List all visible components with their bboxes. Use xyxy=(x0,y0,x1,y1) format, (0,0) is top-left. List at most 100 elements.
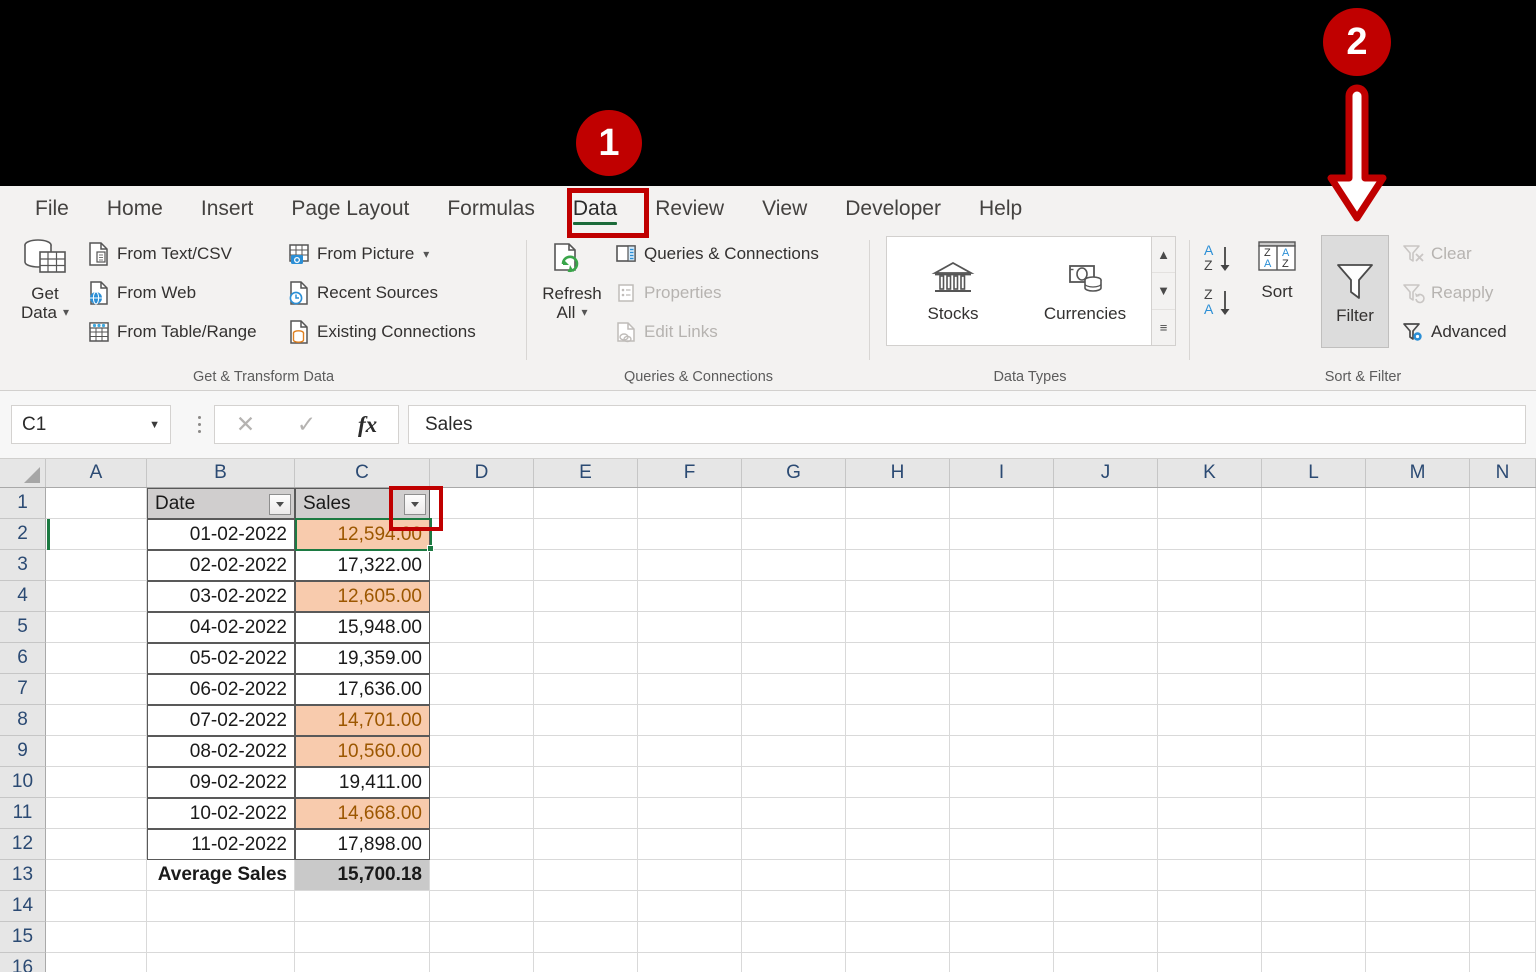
grid-cell[interactable] xyxy=(638,953,742,972)
grid-cell[interactable] xyxy=(1262,860,1366,891)
column-header-i[interactable]: I xyxy=(950,459,1054,487)
filter-dropdown-date[interactable] xyxy=(269,494,291,515)
row-header-14[interactable]: 14 xyxy=(0,891,46,922)
grid-cell[interactable] xyxy=(46,860,147,891)
grid-cell[interactable] xyxy=(638,612,742,643)
grid-cell[interactable] xyxy=(534,674,638,705)
insert-function-icon[interactable]: fx xyxy=(358,412,377,438)
cell-sales[interactable]: 10,560.00 xyxy=(295,736,430,767)
cell-sales[interactable]: 17,636.00 xyxy=(295,674,430,705)
formula-bar-grip[interactable] xyxy=(190,405,208,444)
row-header-13[interactable]: 13 xyxy=(0,860,46,891)
grid-cell[interactable] xyxy=(1054,860,1158,891)
grid-cell[interactable] xyxy=(638,736,742,767)
grid-cell[interactable] xyxy=(950,798,1054,829)
refresh-all-button[interactable]: Refresh All ▾ xyxy=(535,238,609,322)
row-header-9[interactable]: 9 xyxy=(0,736,46,767)
grid-cell[interactable] xyxy=(46,767,147,798)
grid-cell[interactable] xyxy=(534,643,638,674)
grid-cell[interactable] xyxy=(534,922,638,953)
cell-date[interactable]: 09-02-2022 xyxy=(147,767,295,798)
column-header-b[interactable]: B xyxy=(147,459,295,487)
grid-cell[interactable] xyxy=(46,736,147,767)
grid-cell[interactable] xyxy=(742,550,846,581)
grid-cell[interactable] xyxy=(1470,612,1536,643)
get-data-button[interactable]: Get Data ▾ xyxy=(8,238,82,322)
row-header-3[interactable]: 3 xyxy=(0,550,46,581)
cell-sales[interactable]: 17,898.00 xyxy=(295,829,430,860)
cell-sales[interactable]: 17,322.00 xyxy=(295,550,430,581)
column-header-f[interactable]: F xyxy=(638,459,742,487)
grid-cell[interactable] xyxy=(295,953,430,972)
grid-cell[interactable] xyxy=(430,767,534,798)
name-box[interactable]: C1 ▼ xyxy=(11,405,171,444)
grid-cell[interactable] xyxy=(1158,550,1262,581)
grid-cell[interactable] xyxy=(1054,922,1158,953)
grid-cell[interactable] xyxy=(1262,705,1366,736)
grid-cell[interactable] xyxy=(46,922,147,953)
row-header-10[interactable]: 10 xyxy=(0,767,46,798)
grid-cell[interactable] xyxy=(1262,798,1366,829)
grid-cell[interactable] xyxy=(1158,488,1262,519)
grid-cell[interactable] xyxy=(1054,550,1158,581)
grid-cell[interactable] xyxy=(430,488,534,519)
tab-formulas[interactable]: Formulas xyxy=(428,193,554,226)
grid-cell[interactable] xyxy=(950,550,1054,581)
grid-cell[interactable] xyxy=(638,860,742,891)
grid-cell[interactable] xyxy=(638,767,742,798)
column-header-k[interactable]: K xyxy=(1158,459,1262,487)
grid-cell[interactable] xyxy=(950,643,1054,674)
cancel-formula-icon[interactable]: ✕ xyxy=(236,411,255,438)
grid-cell[interactable] xyxy=(846,829,950,860)
grid-cell[interactable] xyxy=(1470,488,1536,519)
grid-cell[interactable] xyxy=(1158,953,1262,972)
grid-cell[interactable] xyxy=(638,488,742,519)
grid-cell[interactable] xyxy=(430,705,534,736)
grid-cell[interactable] xyxy=(1366,612,1470,643)
grid-cell[interactable] xyxy=(1054,488,1158,519)
cell-date[interactable]: 07-02-2022 xyxy=(147,705,295,736)
grid-cell[interactable] xyxy=(950,705,1054,736)
grid-cell[interactable] xyxy=(430,829,534,860)
grid-cell[interactable] xyxy=(1366,519,1470,550)
grid-cell[interactable] xyxy=(846,767,950,798)
tab-developer[interactable]: Developer xyxy=(826,193,960,226)
cell-date[interactable]: 04-02-2022 xyxy=(147,612,295,643)
grid-cell[interactable] xyxy=(1262,953,1366,972)
cell-sales[interactable]: 14,668.00 xyxy=(295,798,430,829)
grid-cell[interactable] xyxy=(1054,674,1158,705)
grid-cell[interactable] xyxy=(846,953,950,972)
grid-cell[interactable] xyxy=(46,519,147,550)
grid-cell[interactable] xyxy=(534,705,638,736)
grid-cell[interactable] xyxy=(1366,581,1470,612)
grid-cell[interactable] xyxy=(742,705,846,736)
from-text-csv-button[interactable]: From Text/CSV xyxy=(88,242,257,266)
grid-cell[interactable] xyxy=(295,922,430,953)
grid-cell[interactable] xyxy=(742,736,846,767)
grid-cell[interactable] xyxy=(1262,581,1366,612)
grid-cell[interactable] xyxy=(742,519,846,550)
grid-cell[interactable] xyxy=(846,581,950,612)
column-header-g[interactable]: G xyxy=(742,459,846,487)
grid-cell[interactable] xyxy=(1366,829,1470,860)
grid-cell[interactable] xyxy=(1054,891,1158,922)
grid-cell[interactable] xyxy=(638,550,742,581)
grid-cell[interactable] xyxy=(742,829,846,860)
column-header-m[interactable]: M xyxy=(1366,459,1470,487)
cell-date[interactable]: 06-02-2022 xyxy=(147,674,295,705)
grid-cell[interactable] xyxy=(950,953,1054,972)
grid-cell[interactable] xyxy=(1158,860,1262,891)
cell-date[interactable]: 01-02-2022 xyxy=(147,519,295,550)
grid-cell[interactable] xyxy=(1054,612,1158,643)
grid-cell[interactable] xyxy=(534,488,638,519)
grid-cell[interactable] xyxy=(1262,922,1366,953)
grid-cell[interactable] xyxy=(742,674,846,705)
cell-date[interactable]: 03-02-2022 xyxy=(147,581,295,612)
row-header-16[interactable]: 16 xyxy=(0,953,46,972)
grid-cell[interactable] xyxy=(430,798,534,829)
grid-cell[interactable] xyxy=(950,581,1054,612)
grid-cell[interactable] xyxy=(638,581,742,612)
grid-cell[interactable] xyxy=(430,581,534,612)
grid-cell[interactable] xyxy=(638,798,742,829)
grid-cell[interactable] xyxy=(147,953,295,972)
